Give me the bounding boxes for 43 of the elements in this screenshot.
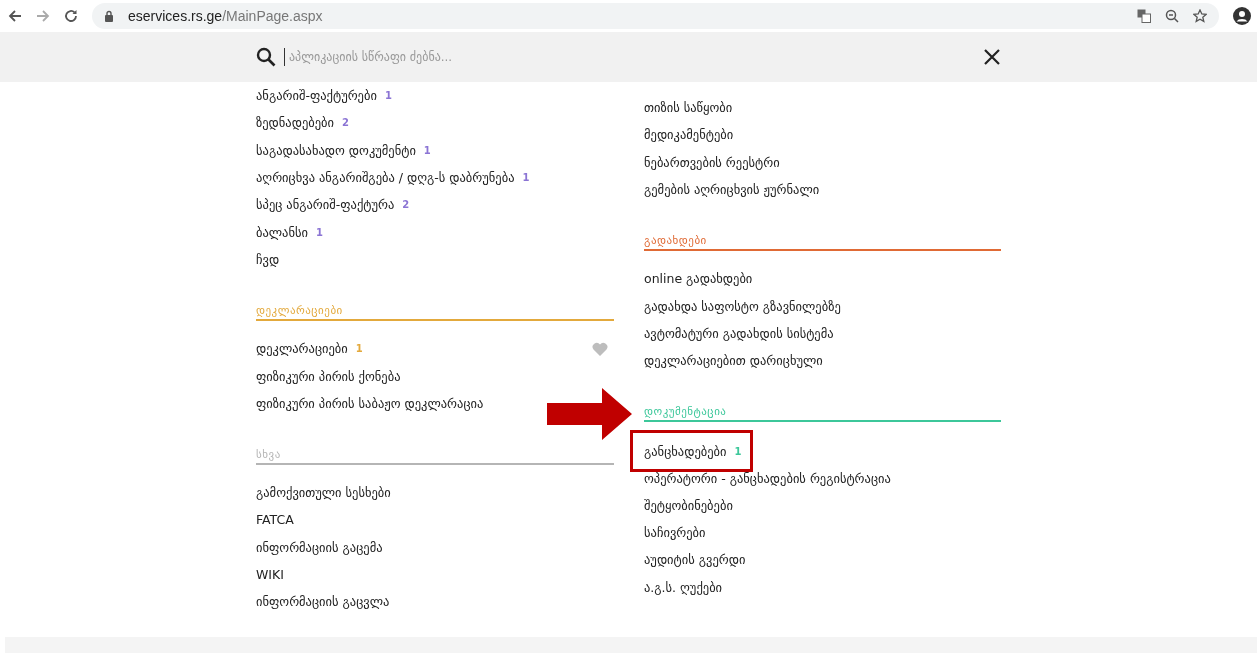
profile-icon[interactable] [1233, 7, 1251, 25]
menu-link[interactable]: დეკლარაციები 1 [256, 335, 614, 363]
menu-link[interactable]: ჩვდ [256, 245, 280, 274]
menu-link[interactable]: განცხადებები 1 [630, 430, 753, 473]
menu-link[interactable]: ფიზიკური პირის საბაჟო დეკლარაცია [256, 389, 484, 417]
menu-link[interactable]: online გადახდები [644, 265, 753, 293]
back-arrow-icon[interactable] [8, 9, 22, 23]
menu-link[interactable]: ბალანსი 1 [256, 218, 323, 246]
menu-link[interactable]: თიზის საწყობი [644, 94, 733, 122]
section-heading: გადახდები [644, 233, 708, 250]
menu-link[interactable]: ინფორმაციის გაცემა [256, 533, 383, 561]
menu-link[interactable]: ავტომატური გადახდის სისტემა [644, 319, 834, 348]
menu-link[interactable]: აუდიტის გვერდი [644, 546, 746, 574]
menu-link[interactable]: შეტყობინებები [644, 491, 733, 519]
zoom-icon[interactable] [1165, 9, 1179, 23]
menu-link[interactable]: დეკლარაციებით დარიცხული [644, 347, 823, 375]
menu-link[interactable]: საგადასახადო დოკუმენტი 1 [256, 136, 431, 164]
section-heading: დეკლარაციები [256, 303, 344, 320]
menu-link[interactable]: გამოქვითული სესხები [256, 478, 391, 507]
address-bar[interactable]: eservices.rs.ge/MainPage.aspx [92, 3, 1219, 29]
menu-link[interactable]: საჩივრები [644, 518, 706, 547]
menu-link[interactable]: აღრიცხვა ანგარიშგება / დღგ-ს დაბრუნება 1 [256, 163, 530, 192]
translate-icon[interactable] [1137, 9, 1151, 23]
reload-icon[interactable] [64, 9, 78, 23]
section-heading: სხვა [256, 446, 282, 463]
menu-link[interactable]: ა.გ.ს. ღუქები [644, 573, 723, 601]
section-heading: დოკუმენტაცია [644, 404, 728, 421]
lock-icon [104, 10, 114, 22]
menu-link[interactable]: ზედნადებები 2 [256, 109, 349, 137]
menu-link[interactable]: WIKI [256, 560, 284, 589]
menu-link[interactable]: მედიკამენტები [644, 121, 734, 149]
close-icon[interactable] [983, 48, 1001, 66]
search-icon [256, 47, 276, 67]
menu-link[interactable]: ნებართვების რეესტრი [644, 148, 780, 176]
menu-link[interactable]: FATCA [256, 506, 294, 534]
menu-link[interactable]: გადახდა საფოსტო გზავნილებზე [644, 292, 841, 320]
menu-link[interactable]: ანგარიშ-ფაქტურები 1 [256, 82, 392, 110]
menu-link[interactable]: ინფორმაციის გაცვლა [256, 588, 390, 616]
menu-link[interactable]: ფიზიკური პირის ქონება [256, 362, 401, 390]
search-field[interactable]: აპლიკაციის სწრაფი ძებნა... [284, 48, 975, 66]
star-icon[interactable] [1193, 9, 1207, 23]
menu-link[interactable]: სპეც ანგარიშ-ფაქტურა 2 [256, 191, 410, 219]
menu-link[interactable]: გემების აღრიცხვის ჟურნალი [644, 175, 820, 204]
